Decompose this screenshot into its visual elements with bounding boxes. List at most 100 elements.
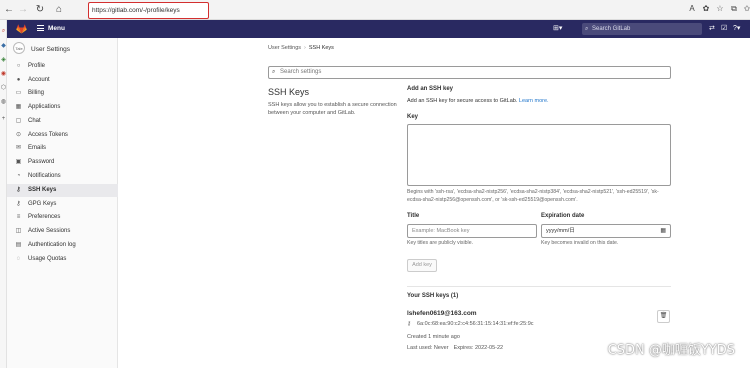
learn-more-link[interactable]: Learn more. [519, 98, 549, 104]
reload-icon[interactable]: ↻ [34, 4, 46, 16]
sidebar-item-gpg-keys[interactable]: ⚷ GPG Keys [7, 198, 118, 211]
favorite-icon[interactable]: ☆ [714, 4, 726, 13]
sidebar-item-label: Profile [28, 63, 46, 69]
settings-sidebar: Tale User Settings ○ Profile ● Account ▭… [7, 38, 118, 368]
add-key-button[interactable]: Add key [407, 259, 437, 272]
key-expires: Expires: 2022-05-22 [453, 345, 504, 351]
extension-icon[interactable]: ✿ [700, 4, 712, 13]
mail-icon: ✉ [15, 145, 22, 151]
search-icon: ⌕ [272, 69, 276, 75]
billing-icon: ▭ [15, 90, 22, 96]
sidebar-item-label: Usage Quotas [28, 256, 67, 262]
arrow-right-icon[interactable]: → [17, 4, 29, 16]
key-icon: ⚷ [16, 186, 21, 193]
games-icon[interactable]: ◉ [0, 70, 7, 77]
sidebar-item-label: Password [28, 159, 55, 165]
delete-key-button[interactable]: 🗑 [657, 310, 670, 323]
sidebar-item-password[interactable]: ▣ Password [7, 156, 118, 169]
sidebar-item-emails[interactable]: ✉ Emails [7, 142, 118, 155]
new-item-icon[interactable]: ⊞▾ [553, 24, 562, 34]
title-help-text: Key titles are publicly visible. [407, 240, 474, 246]
sidebar-item-active-sessions[interactable]: ◫ Active Sessions [7, 225, 118, 238]
gitlab-logo-icon[interactable] [16, 24, 27, 34]
home-icon[interactable]: ⌂ [53, 4, 65, 16]
favorites-bar-icon[interactable]: ✩ [741, 4, 750, 13]
sidebar-item-notifications[interactable]: ◔ Notifications [7, 170, 118, 183]
sidebar-item-billing[interactable]: ▭ Billing [7, 87, 118, 100]
hamburger-icon [37, 25, 44, 31]
search-settings-input[interactable]: ⌕ Search settings [268, 66, 671, 79]
breadcrumb-current[interactable]: SSH Keys [309, 45, 334, 51]
add-icon[interactable]: + [0, 116, 7, 122]
outlook-icon[interactable]: ◍ [0, 98, 7, 105]
breadcrumb: User Settings › SSH Keys [268, 45, 334, 51]
notifications-icon: ◔ [16, 172, 21, 179]
sidebar-item-ssh-keys[interactable]: ⚷ SSH Keys [7, 183, 118, 197]
merge-requests-icon[interactable]: ⇄ [709, 24, 715, 34]
trash-icon: 🗑 [659, 313, 668, 319]
tools-icon[interactable]: ◈ [0, 56, 7, 63]
read-aloud-icon[interactable]: A [686, 4, 698, 13]
sidebar-item-label: SSH Keys [28, 186, 57, 193]
todos-icon[interactable]: ☑ [721, 24, 727, 34]
sessions-icon: ◫ [15, 228, 22, 234]
watermark: CSDN @咖喱饭YYDS [607, 343, 735, 358]
key-usage: Last used: Never Expires: 2022-05-22 [407, 345, 503, 351]
sidebar-item-preferences[interactable]: ≡ Preferences [7, 211, 118, 224]
browser-toolbar: ← → ↻ ⌂ https://gitlab.com/-/profile/key… [0, 0, 750, 20]
split-screen-icon[interactable]: ⧉ [728, 4, 740, 14]
search-icon[interactable]: ⌕ [0, 28, 7, 35]
sidebar-item-profile[interactable]: ○ Profile [7, 60, 118, 73]
sidebar-item-account[interactable]: ● Account [7, 74, 118, 87]
address-bar-url[interactable]: https://gitlab.com/-/profile/keys [92, 7, 180, 14]
help-icon[interactable]: ?▾ [733, 24, 740, 34]
sidebar-item-label: Emails [28, 145, 47, 151]
sidebar-item-access-tokens[interactable]: ⊙ Access Tokens [7, 129, 118, 142]
page-title: SSH Keys [268, 87, 310, 97]
sidebar-item-chat[interactable]: ▢ Chat [7, 115, 118, 128]
sidebar-item-label: Access Tokens [28, 131, 68, 138]
key-icon: ⚷ [407, 321, 412, 327]
page-description: SSH keys allow you to establish a secure… [268, 102, 397, 116]
calendar-icon[interactable]: ▦ [660, 225, 666, 237]
chat-icon: ▢ [15, 118, 22, 124]
key-icon: ⚷ [16, 200, 21, 207]
sidebar-item-usage-quotas[interactable]: ◌ Usage Quotas [7, 253, 118, 266]
key-fingerprint: ⚷ 6a:0c:68:ea:90:c2:c4:56:31:15:14:31:ef:… [407, 321, 534, 327]
menu-button[interactable]: Menu [37, 24, 65, 34]
address-bar[interactable]: https://gitlab.com/-/profile/keys [88, 2, 209, 19]
search-placeholder: Search GitLab [592, 26, 631, 32]
lock-icon: ▣ [15, 159, 22, 165]
breadcrumb-parent[interactable]: User Settings [268, 45, 301, 51]
token-icon: ⊙ [15, 131, 22, 138]
sidebar-item-label: Chat [28, 118, 41, 124]
title-input[interactable]: Example: MacBook key [407, 224, 537, 238]
quota-icon: ◌ [16, 256, 21, 262]
log-icon: ▤ [15, 242, 22, 248]
sidebar-item-label: Active Sessions [28, 228, 71, 234]
expiration-label: Expiration date [541, 213, 585, 219]
menu-label: Menu [48, 25, 65, 32]
key-fingerprint-value: 6a:0c:68:ea:90:c2:c4:56:31:15:14:31:ef:f… [417, 321, 534, 327]
search-input[interactable]: ⌕ Search GitLab [582, 23, 702, 35]
arrow-left-icon[interactable]: ← [3, 4, 15, 16]
search-settings-placeholder: Search settings [280, 69, 322, 75]
avatar: Tale [13, 42, 25, 54]
sidebar-item-label: Account [28, 76, 50, 83]
add-key-subtitle-text: Add an SSH key for secure access to GitL… [407, 98, 518, 104]
key-title-link[interactable]: lshefen0619@163.com [407, 310, 477, 317]
applications-icon: ▦ [15, 104, 22, 110]
expiration-date-input[interactable]: yyyy/mm/日 ▦ [541, 224, 671, 238]
sidebar-item-label: GPG Keys [28, 200, 57, 207]
title-label: Title [407, 213, 420, 219]
shopping-icon[interactable]: ◆ [0, 42, 7, 49]
add-key-subtitle: Add an SSH key for secure access to GitL… [407, 98, 549, 104]
key-textarea[interactable] [407, 124, 671, 186]
sidebar-item-applications[interactable]: ▦ Applications [7, 101, 118, 114]
expiration-placeholder: yyyy/mm/日 [546, 228, 575, 234]
preferences-icon: ≡ [16, 214, 21, 220]
sidebar-item-label: Applications [28, 104, 61, 110]
breadcrumb-separator: › [304, 45, 306, 51]
office-icon[interactable]: ⬡ [0, 84, 7, 91]
sidebar-item-authentication-log[interactable]: ▤ Authentication log [7, 239, 118, 252]
